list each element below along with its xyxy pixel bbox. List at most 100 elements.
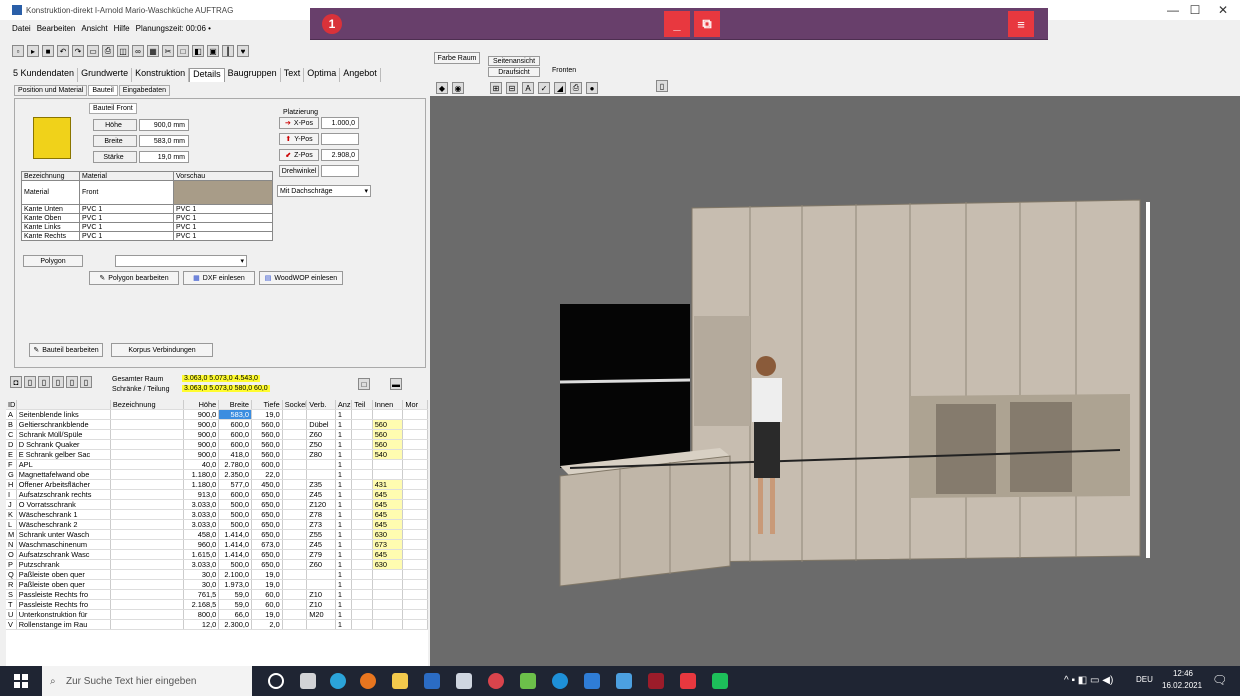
grid-cell[interactable]: 3.033,0 bbox=[183, 559, 220, 571]
ypos-field[interactable] bbox=[321, 133, 359, 145]
grid-cell[interactable] bbox=[282, 509, 308, 521]
tab-position-material[interactable]: Position und Material bbox=[14, 85, 88, 96]
grid-cell[interactable]: C bbox=[6, 429, 17, 441]
woodwop-einlesen-button[interactable]: ▤ WoodWOP einlesen bbox=[259, 271, 343, 285]
grid-cell[interactable] bbox=[402, 439, 428, 451]
table-row[interactable]: K Wäscheschrank 1 3.033,0 500,0 650,0 Z78 1 645 bbox=[6, 509, 428, 521]
grid-cell[interactable]: J bbox=[6, 499, 17, 511]
grid-cell[interactable] bbox=[351, 609, 373, 621]
grid-cell[interactable]: R bbox=[6, 579, 17, 591]
grid-cell[interactable]: 3.033,0 bbox=[183, 509, 220, 521]
grid-tool-icon[interactable]: ◘ bbox=[10, 376, 22, 388]
grid-cell[interactable]: 2.100,0 bbox=[218, 569, 252, 581]
table-row[interactable]: Kante Links PVC 1 PVC 1 bbox=[21, 222, 273, 232]
table-row[interactable]: Kante Rechts PVC 1 PVC 1 bbox=[21, 231, 273, 241]
grid-cell[interactable] bbox=[402, 509, 428, 521]
grid-cell[interactable] bbox=[402, 449, 428, 461]
table-row[interactable]: M Schrank unter Wasch 458,0 1.414,0 650,0 Z55… bbox=[6, 529, 428, 541]
grid-cell[interactable] bbox=[306, 569, 336, 581]
grid-cell[interactable]: O bbox=[6, 549, 17, 561]
table-row[interactable]: T Passleiste Rechts fro 2.168,5 59,0 60,0 Z10… bbox=[6, 599, 428, 611]
view-icon-4[interactable]: ⊟ bbox=[506, 82, 518, 94]
table-row[interactable]: P Putzschrank 3.033,0 500,0 650,0 Z60 1 630 bbox=[6, 559, 428, 571]
grid-cell[interactable]: 600,0 bbox=[251, 459, 283, 471]
grid-cell[interactable]: 19,0 bbox=[251, 579, 283, 591]
grid-cell[interactable] bbox=[351, 599, 373, 611]
redo-icon[interactable]: ↷ bbox=[72, 45, 84, 57]
grid-cell[interactable] bbox=[351, 469, 373, 481]
tab-details[interactable]: Details bbox=[189, 68, 225, 82]
table-row[interactable]: N Waschmaschinenum 960,0 1.414,0 673,0 Z45 1 67… bbox=[6, 539, 428, 551]
tab-eingabedaten[interactable]: Eingabedaten bbox=[118, 85, 170, 96]
grid-cell[interactable]: 560 bbox=[372, 439, 404, 451]
grid-cell[interactable]: 560 bbox=[372, 419, 404, 431]
grid-cell[interactable] bbox=[282, 569, 308, 581]
grid-cell[interactable]: E bbox=[6, 449, 17, 461]
grid-cell[interactable]: Z10 bbox=[306, 599, 336, 611]
grid-cell[interactable]: Z73 bbox=[306, 519, 336, 531]
pin-icon[interactable]: ┃ bbox=[222, 45, 234, 57]
grid-cell[interactable] bbox=[351, 549, 373, 561]
grid-cell[interactable]: 60,0 bbox=[251, 599, 283, 611]
table-row[interactable]: A Seitenblende links 900,0 583,0 19,0 1 bbox=[6, 409, 428, 421]
grid-cell[interactable] bbox=[351, 409, 373, 421]
grid-cell[interactable] bbox=[351, 539, 373, 551]
grid-cell[interactable]: 1 bbox=[335, 519, 353, 531]
grid-cell[interactable]: Q bbox=[6, 569, 17, 581]
zpos-field[interactable]: 2.908,0 bbox=[321, 149, 359, 161]
farbe-raum-button[interactable]: Farbe Raum bbox=[434, 52, 480, 64]
grid-cell[interactable] bbox=[402, 549, 428, 561]
grid-cell[interactable]: 1.414,0 bbox=[218, 529, 252, 541]
grid-cell[interactable]: 645 bbox=[372, 519, 404, 531]
grid-cell[interactable] bbox=[110, 579, 185, 591]
grid-tool-icon[interactable]: ▯ bbox=[38, 376, 50, 388]
polygon-bearbeiten-button[interactable]: ✎ Polygon bearbeiten bbox=[89, 271, 179, 285]
grid-cell[interactable] bbox=[306, 469, 336, 481]
tab-text[interactable]: Text bbox=[281, 68, 305, 82]
zpos-button[interactable]: ⬋ Z-Pos bbox=[279, 149, 319, 161]
grid-cell[interactable] bbox=[372, 459, 404, 471]
grid-cell[interactable]: 22,0 bbox=[251, 469, 283, 481]
tab-baugruppen[interactable]: Baugruppen bbox=[225, 68, 281, 82]
grid-cell[interactable]: Schrank unter Wasch bbox=[16, 529, 111, 541]
grid-cell[interactable]: 1.973,0 bbox=[218, 579, 252, 591]
grid-cell[interactable] bbox=[110, 539, 185, 551]
grid-cell[interactable]: 645 bbox=[372, 549, 404, 561]
heart-icon[interactable]: ♥ bbox=[237, 45, 249, 57]
app-icon-12[interactable] bbox=[616, 673, 632, 689]
grid-cell[interactable]: 900,0 bbox=[183, 429, 220, 441]
grid-cell[interactable] bbox=[351, 529, 373, 541]
grid-cell[interactable]: Z45 bbox=[306, 489, 336, 501]
print-icon[interactable]: ⎙ bbox=[102, 45, 114, 57]
grid-cell[interactable] bbox=[402, 569, 428, 581]
grid-cell[interactable] bbox=[306, 579, 336, 591]
grid-cell[interactable]: 673 bbox=[372, 539, 404, 551]
grid-cell[interactable]: Putzschrank bbox=[16, 559, 111, 571]
grid-tool-icon[interactable]: ▯ bbox=[66, 376, 78, 388]
3d-viewport[interactable] bbox=[430, 96, 1240, 666]
grid-cell[interactable]: 431 bbox=[372, 479, 404, 491]
grid-cell[interactable] bbox=[110, 549, 185, 561]
grid-cell[interactable] bbox=[402, 539, 428, 551]
grid-cell[interactable]: 650,0 bbox=[251, 499, 283, 511]
grid-cell[interactable]: 2,0 bbox=[251, 619, 283, 631]
grid-cell[interactable] bbox=[351, 459, 373, 471]
bauteil-bearbeiten-button[interactable]: ✎ Bauteil bearbeiten bbox=[29, 343, 103, 357]
grid-cell[interactable]: 1 bbox=[335, 559, 353, 571]
grid-cell[interactable]: U bbox=[6, 609, 17, 621]
tray-icons[interactable]: ^ ▪ ◧ ▭ ◀) bbox=[1064, 675, 1113, 686]
menu-bearbeiten[interactable]: Bearbeiten bbox=[37, 24, 76, 38]
grid-cell[interactable] bbox=[351, 449, 373, 461]
grid-cell[interactable]: 3.033,0 bbox=[183, 519, 220, 531]
table-row[interactable]: O Aufsatzschrank Wasc 1.615,0 1.414,0 650,0 Z… bbox=[6, 549, 428, 561]
open-folder-icon[interactable]: ▸ bbox=[27, 45, 39, 57]
grid-cell[interactable] bbox=[282, 469, 308, 481]
grid-cell[interactable] bbox=[402, 469, 428, 481]
polygon-button[interactable]: Polygon bbox=[23, 255, 83, 267]
grid-cell[interactable]: 560 bbox=[372, 429, 404, 441]
tab-bauteil[interactable]: Bauteil bbox=[88, 85, 118, 96]
grid-cell[interactable] bbox=[351, 589, 373, 601]
link-icon[interactable]: ∞ bbox=[132, 45, 144, 57]
grid-cell[interactable]: Aufsatzschrank rechts bbox=[16, 489, 111, 501]
tray-language[interactable]: DEU bbox=[1136, 675, 1153, 684]
